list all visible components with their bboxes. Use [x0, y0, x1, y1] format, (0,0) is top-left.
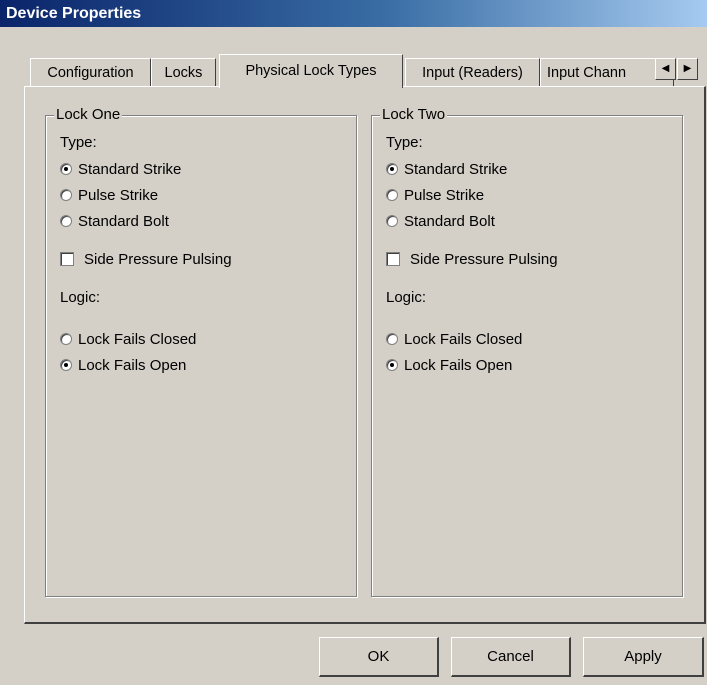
- lock-two-fails-closed-radio[interactable]: Lock Fails Closed: [386, 330, 522, 348]
- radio-label: Lock Fails Closed: [404, 330, 523, 348]
- radio-selected-icon: [60, 163, 72, 175]
- checkbox-label: Side Pressure Pulsing: [410, 250, 558, 268]
- ok-button[interactable]: OK: [319, 637, 439, 677]
- lock-one-fails-open-radio[interactable]: Lock Fails Open: [60, 356, 186, 374]
- window-title: Device Properties: [6, 5, 142, 22]
- radio-unselected-icon: [60, 189, 72, 201]
- lock-one-pulse-strike-radio[interactable]: Pulse Strike: [60, 186, 158, 204]
- tab-scroll-right-button[interactable]: ▶: [677, 58, 698, 80]
- lock-two-standard-strike-radio[interactable]: Standard Strike: [386, 160, 507, 178]
- lock-one-group: Lock One Type: Standard Strike Pulse Str…: [45, 106, 357, 597]
- radio-unselected-icon: [386, 189, 398, 201]
- tab-panel: Lock One Type: Standard Strike Pulse Str…: [24, 86, 706, 624]
- radio-label: Lock Fails Open: [404, 356, 513, 374]
- lock-one-side-pressure-checkbox[interactable]: Side Pressure Pulsing: [60, 250, 232, 268]
- radio-selected-icon: [60, 359, 72, 371]
- radio-selected-icon: [386, 359, 398, 371]
- arrow-right-icon: ▶: [683, 63, 692, 74]
- tab-locks[interactable]: Locks: [151, 58, 216, 86]
- radio-label: Pulse Strike: [78, 186, 159, 204]
- radio-label: Lock Fails Closed: [78, 330, 197, 348]
- cancel-button[interactable]: Cancel: [451, 637, 571, 677]
- title-bar: Device Properties: [0, 0, 707, 27]
- radio-label: Standard Strike: [404, 160, 508, 178]
- lock-two-fails-open-radio[interactable]: Lock Fails Open: [386, 356, 512, 374]
- radio-selected-icon: [386, 163, 398, 175]
- lock-one-logic-label: Logic:: [60, 289, 101, 306]
- tab-physical-lock-types[interactable]: Physical Lock Types: [219, 54, 403, 88]
- lock-one-standard-strike-radio[interactable]: Standard Strike: [60, 160, 181, 178]
- radio-label: Standard Strike: [78, 160, 182, 178]
- lock-two-logic-label: Logic:: [386, 289, 427, 306]
- lock-one-standard-bolt-radio[interactable]: Standard Bolt: [60, 212, 169, 230]
- lock-two-group: Lock Two Type: Standard Strike Pulse Str…: [371, 106, 683, 597]
- checkbox-label: Side Pressure Pulsing: [84, 250, 232, 268]
- lock-one-title: Lock One: [54, 106, 123, 124]
- radio-label: Lock Fails Open: [78, 356, 187, 374]
- radio-label: Pulse Strike: [404, 186, 485, 204]
- lock-two-side-pressure-checkbox[interactable]: Side Pressure Pulsing: [386, 250, 558, 268]
- tab-configuration[interactable]: Configuration: [30, 58, 151, 86]
- lock-one-type-label: Type:: [60, 134, 97, 151]
- lock-two-pulse-strike-radio[interactable]: Pulse Strike: [386, 186, 484, 204]
- radio-unselected-icon: [60, 333, 72, 345]
- tab-scroll-left-button[interactable]: ◀: [655, 58, 676, 80]
- tab-input-readers[interactable]: Input (Readers): [405, 58, 540, 86]
- lock-one-fails-closed-radio[interactable]: Lock Fails Closed: [60, 330, 196, 348]
- radio-unselected-icon: [386, 215, 398, 227]
- checkbox-unchecked-icon: [386, 252, 400, 266]
- checkbox-unchecked-icon: [60, 252, 74, 266]
- radio-unselected-icon: [60, 215, 72, 227]
- lock-two-standard-bolt-radio[interactable]: Standard Bolt: [386, 212, 495, 230]
- radio-label: Standard Bolt: [404, 212, 495, 230]
- arrow-left-icon: ◀: [661, 63, 670, 74]
- radio-unselected-icon: [386, 333, 398, 345]
- lock-two-title: Lock Two: [380, 106, 448, 124]
- lock-two-type-label: Type:: [386, 134, 423, 151]
- apply-button[interactable]: Apply: [583, 637, 704, 677]
- radio-label: Standard Bolt: [78, 212, 169, 230]
- tab-input-channels[interactable]: Input Chann: [540, 58, 674, 86]
